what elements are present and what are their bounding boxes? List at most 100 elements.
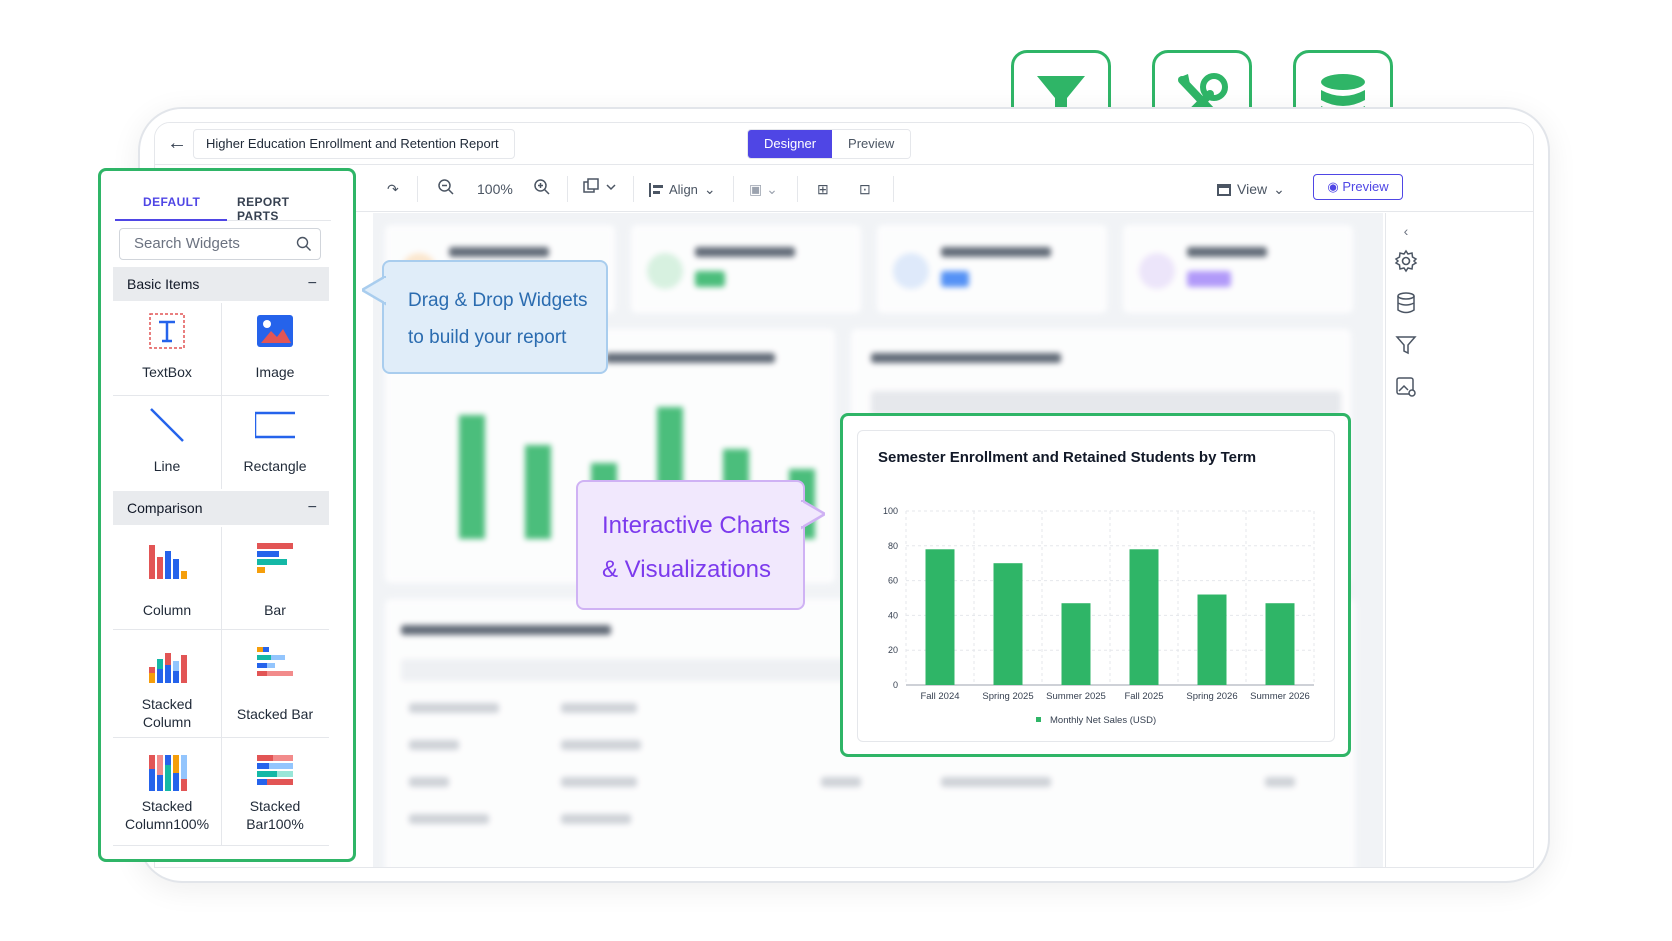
stacked-column-icon xyxy=(149,653,187,683)
zoom-in-icon[interactable] xyxy=(533,178,551,200)
stacked-bar-icon xyxy=(257,647,293,676)
stacked-bar-100-icon xyxy=(257,755,293,785)
callout-pointer xyxy=(362,276,386,306)
tab-default[interactable]: DEFAULT xyxy=(143,195,200,209)
report-title[interactable]: Higher Education Enrollment and Retentio… xyxy=(193,129,515,159)
legend-marker xyxy=(1036,717,1041,722)
align-menu[interactable]: Align ⌄ xyxy=(649,178,716,200)
widget-rectangle[interactable]: Rectangle xyxy=(221,397,329,489)
widget-label: Line xyxy=(153,458,181,474)
callout-pointer xyxy=(801,500,825,530)
designer-tab[interactable]: Designer xyxy=(748,130,833,158)
data-source-icon[interactable] xyxy=(1394,291,1418,315)
toolbar: ↷ 100% Align ⌄ ▣ ⌄ ⊞ ⊡ View ⌄ ◉ Preview xyxy=(155,166,1533,212)
column-chart-icon xyxy=(149,545,187,579)
collapse-minus-icon[interactable]: − xyxy=(308,491,317,525)
widget-label: Column xyxy=(142,602,192,618)
collapse-minus-icon[interactable]: − xyxy=(308,267,317,301)
widget-panel: DEFAULT REPORT PARTS Search Widgets Basi… xyxy=(98,168,356,862)
widget-image[interactable]: Image xyxy=(221,303,329,395)
active-tab-indicator xyxy=(115,219,227,221)
search-widgets-input[interactable]: Search Widgets xyxy=(119,228,321,260)
mode-switch: Designer Preview xyxy=(747,129,912,159)
widget-bar[interactable]: Bar xyxy=(221,527,329,629)
align-label: Align xyxy=(669,182,698,197)
widget-label: Image xyxy=(255,364,295,380)
callout-line: to build your report xyxy=(408,327,567,348)
y-tick-label: 0 xyxy=(893,680,898,690)
widget-stacked-bar[interactable]: Stacked Bar xyxy=(221,631,329,737)
divider xyxy=(113,845,329,846)
charts-callout: Interactive Charts & Visualizations xyxy=(576,480,825,610)
collapse-chevron-icon[interactable]: ‹ xyxy=(1394,219,1418,243)
textbox-icon xyxy=(149,313,185,349)
rectangle-icon xyxy=(255,411,295,439)
search-placeholder: Search Widgets xyxy=(134,235,240,252)
tab-report-parts[interactable]: REPORT PARTS xyxy=(237,195,331,223)
widget-label: Rectangle xyxy=(243,458,307,474)
bar xyxy=(1265,603,1295,685)
y-tick-label: 60 xyxy=(888,576,898,586)
group-icon[interactable]: ▣ ⌄ xyxy=(749,178,778,200)
drag-drop-callout: Drag & Drop Widgets to build your report xyxy=(362,260,608,374)
x-tick-label: Fall 2024 xyxy=(920,691,959,702)
chart-widget[interactable]: Semester Enrollment and Retained Student… xyxy=(840,413,1351,757)
settings-gear-icon[interactable] xyxy=(1394,249,1418,273)
view-menu[interactable]: View ⌄ xyxy=(1217,178,1285,200)
image-icon xyxy=(257,315,293,347)
y-tick-label: 100 xyxy=(883,506,898,516)
zoom-out-icon[interactable] xyxy=(437,178,455,200)
x-tick-label: Summer 2025 xyxy=(1046,691,1106,702)
filter-panel-icon[interactable] xyxy=(1394,333,1418,357)
preview-tab[interactable]: Preview xyxy=(832,130,911,158)
toolbar-divider xyxy=(797,176,798,202)
back-arrow-icon[interactable]: ← xyxy=(165,131,189,155)
y-tick-label: 40 xyxy=(888,610,898,620)
divider xyxy=(221,527,222,845)
widget-stacked-column[interactable]: Stacked Column xyxy=(113,631,221,737)
fit-width-icon[interactable]: ⊞ xyxy=(817,178,829,200)
y-tick-label: 80 xyxy=(888,541,898,551)
x-tick-label: Summer 2026 xyxy=(1250,691,1310,702)
widget-line[interactable]: Line xyxy=(113,397,221,489)
drag-drop-text: Drag & Drop Widgets to build your report xyxy=(408,282,588,356)
bar-chart: 0 20 40 60 80 100 Fall 2024 Spring 2025 Summer 2… xyxy=(883,506,1315,726)
toolbar-divider xyxy=(633,176,634,202)
callout-line: & Visualizations xyxy=(602,556,771,583)
widget-column[interactable]: Column xyxy=(113,527,221,629)
x-tick-label: Fall 2025 xyxy=(1124,691,1163,702)
widget-tabs: DEFAULT REPORT PARTS xyxy=(115,185,331,223)
bar xyxy=(1061,603,1091,685)
kpi-card xyxy=(631,225,861,313)
widget-label: Bar xyxy=(264,602,286,618)
image-settings-icon[interactable] xyxy=(1394,375,1418,399)
preview-button-label: Preview xyxy=(1342,179,1389,194)
designer-header: ← Higher Education Enrollment and Retent… xyxy=(155,123,1533,165)
section-title: Comparison xyxy=(127,500,203,516)
copy-icon[interactable] xyxy=(583,178,617,200)
right-rail: ‹ xyxy=(1385,213,1425,867)
redo-icon[interactable]: ↷ xyxy=(387,178,399,200)
widget-textbox[interactable]: TextBox xyxy=(113,303,221,395)
eye-icon: ◉ xyxy=(1327,179,1343,194)
widget-stacked-column-100[interactable]: Stacked Column100% xyxy=(113,739,221,845)
section-comparison[interactable]: Comparison − xyxy=(113,491,329,525)
toolbar-divider xyxy=(893,176,894,202)
section-basic-items[interactable]: Basic Items − xyxy=(113,267,329,301)
widget-label: Stacked Bar xyxy=(236,706,314,722)
bar-chart-icon xyxy=(257,543,293,573)
charts-text: Interactive Charts & Visualizations xyxy=(602,504,790,592)
bar xyxy=(1129,549,1159,685)
kpi-card xyxy=(877,225,1107,313)
kpi-card xyxy=(1123,225,1353,313)
section-title: Basic Items xyxy=(127,276,200,292)
fit-page-icon[interactable]: ⊡ xyxy=(859,178,871,200)
preview-button[interactable]: ◉ Preview xyxy=(1313,174,1403,200)
widget-stacked-bar-100[interactable]: Stacked Bar100% xyxy=(221,739,329,845)
zoom-level[interactable]: 100% xyxy=(477,178,513,200)
x-tick-label: Spring 2026 xyxy=(1186,691,1237,702)
bar xyxy=(925,549,955,685)
x-tick-label: Spring 2025 xyxy=(982,691,1033,702)
toolbar-divider xyxy=(567,176,568,202)
toolbar-divider xyxy=(417,176,418,202)
